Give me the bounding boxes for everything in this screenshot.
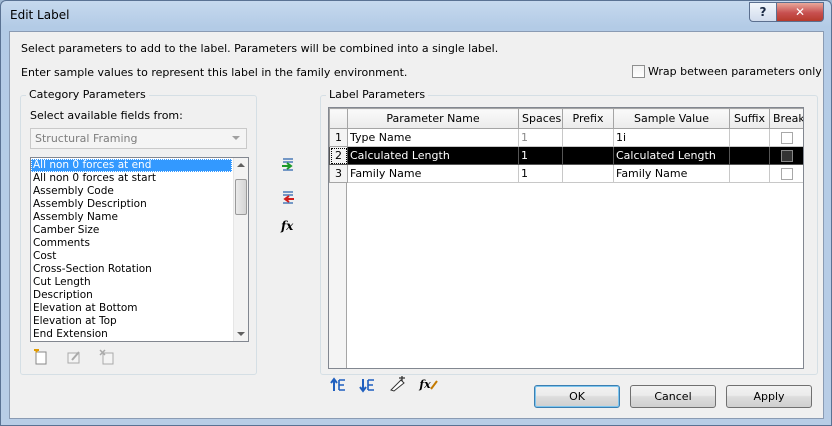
intro-text-line2: Enter sample values to represent this la…: [21, 66, 408, 79]
parameter-name-cell[interactable]: Type Name: [347, 128, 519, 147]
column-header[interactable]: Parameter Name: [347, 108, 519, 129]
close-button[interactable]: ✕: [776, 2, 824, 22]
table-row[interactable]: 1 Type Name 1 1i: [329, 128, 803, 147]
list-scrollbar[interactable]: [233, 158, 248, 341]
prefix-cell[interactable]: [562, 146, 614, 165]
field-list-item[interactable]: Assembly Description: [31, 198, 232, 211]
category-combo[interactable]: Structural Framing: [30, 128, 247, 149]
break-checkbox[interactable]: [781, 167, 793, 180]
prefix-cell[interactable]: [562, 164, 614, 183]
scroll-up-icon[interactable]: [237, 163, 245, 167]
help-button[interactable]: ?: [749, 2, 777, 22]
spaces-cell[interactable]: 1: [518, 146, 563, 165]
fx-edit-icon[interactable]: fx: [418, 375, 440, 393]
sample-value-cell[interactable]: 1i: [613, 128, 730, 147]
chevron-down-icon: [232, 136, 240, 140]
scroll-down-icon[interactable]: [237, 332, 245, 336]
new-parameter-icon[interactable]: [32, 348, 50, 366]
suffix-cell[interactable]: [729, 146, 770, 165]
column-header[interactable]: Sample Value: [613, 108, 730, 129]
ok-button[interactable]: OK: [534, 385, 620, 408]
break-checkbox[interactable]: [781, 131, 793, 144]
remove-parameter-icon[interactable]: [279, 189, 297, 207]
column-header[interactable]: Spaces: [518, 108, 563, 129]
cancel-button[interactable]: Cancel: [630, 385, 716, 408]
fx-icon[interactable]: fx: [281, 219, 293, 233]
wrap-checkbox[interactable]: [632, 65, 645, 78]
wrap-checkbox-label: Wrap between parameters only: [648, 65, 822, 78]
break-cell[interactable]: [769, 164, 803, 183]
column-header[interactable]: Break: [769, 108, 803, 129]
spaces-cell[interactable]: 1: [518, 164, 563, 183]
label-parameters-table: Parameter Name Spaces Prefix Sample Valu…: [329, 108, 803, 183]
column-header[interactable]: Prefix: [562, 108, 614, 129]
table-row[interactable]: 3 Family Name 1 Family Name: [329, 164, 803, 183]
field-list-item[interactable]: Assembly Name: [31, 211, 232, 224]
move-down-icon[interactable]: [359, 376, 377, 394]
field-list-item[interactable]: Elevation at Top: [31, 315, 232, 328]
suffix-cell[interactable]: [729, 164, 770, 183]
table-row[interactable]: 2 Calculated Length 1 Calculated Length: [329, 146, 803, 165]
sample-value-cell[interactable]: Calculated Length: [613, 146, 730, 165]
grid-header-row: Parameter Name Spaces Prefix Sample Valu…: [329, 108, 803, 129]
break-checkbox[interactable]: [781, 149, 793, 162]
column-header[interactable]: Suffix: [729, 108, 770, 129]
parameter-name-cell[interactable]: Family Name: [347, 164, 519, 183]
field-list-item[interactable]: Assembly Code: [31, 185, 232, 198]
break-cell[interactable]: [769, 146, 803, 165]
parameter-name-cell[interactable]: Calculated Length: [347, 146, 519, 165]
field-list-item[interactable]: Description: [31, 289, 232, 302]
field-list-item[interactable]: Camber Size: [31, 224, 232, 237]
field-list-item[interactable]: Cut Length: [31, 276, 232, 289]
wrap-option[interactable]: Wrap between parameters only: [632, 65, 822, 78]
row-number[interactable]: 1: [329, 128, 348, 147]
category-group-title: Category Parameters: [26, 88, 149, 101]
title-bar[interactable]: Edit Label ? ✕: [1, 1, 831, 29]
apply-button[interactable]: Apply: [726, 385, 812, 408]
label-group-title: Label Parameters: [326, 88, 429, 101]
suffix-cell[interactable]: [729, 128, 770, 147]
spaces-cell[interactable]: 1: [518, 128, 563, 147]
add-parameter-icon[interactable]: [279, 156, 297, 174]
edit-sample-icon[interactable]: [389, 375, 407, 393]
prefix-cell[interactable]: [562, 128, 614, 147]
field-list-item[interactable]: Cost: [31, 250, 232, 263]
field-list-item[interactable]: Elevation at Bottom: [31, 302, 232, 315]
break-cell[interactable]: [769, 128, 803, 147]
field-list-item[interactable]: Comments: [31, 237, 232, 250]
corner-header: [329, 108, 348, 129]
category-combo-value: Structural Framing: [35, 132, 138, 145]
field-list-item[interactable]: All non 0 forces at start: [31, 172, 232, 185]
row-number[interactable]: 2: [329, 146, 348, 165]
row-number[interactable]: 3: [329, 164, 348, 183]
intro-text-line1: Select parameters to add to the label. P…: [21, 42, 499, 55]
scroll-thumb[interactable]: [235, 179, 247, 215]
field-list-item[interactable]: All non 0 forces at end: [31, 159, 232, 172]
delete-parameter-icon: [98, 348, 116, 366]
available-fields-list[interactable]: All non 0 forces at end All non 0 forces …: [30, 157, 249, 342]
window-title: Edit Label: [10, 8, 70, 22]
dialog-body: Select parameters to add to the label. P…: [9, 31, 824, 419]
select-fields-label: Select available fields from:: [30, 109, 183, 122]
move-up-icon[interactable]: [330, 376, 348, 394]
sample-value-cell[interactable]: Family Name: [613, 164, 730, 183]
edit-label-dialog: Edit Label ? ✕ Select parameters to add …: [0, 0, 832, 426]
field-list-item[interactable]: Cross-Section Rotation: [31, 263, 232, 276]
label-parameters-grid[interactable]: Parameter Name Spaces Prefix Sample Valu…: [328, 107, 804, 369]
field-list-item[interactable]: End Extension: [31, 328, 232, 341]
edit-parameter-icon: [65, 348, 83, 366]
